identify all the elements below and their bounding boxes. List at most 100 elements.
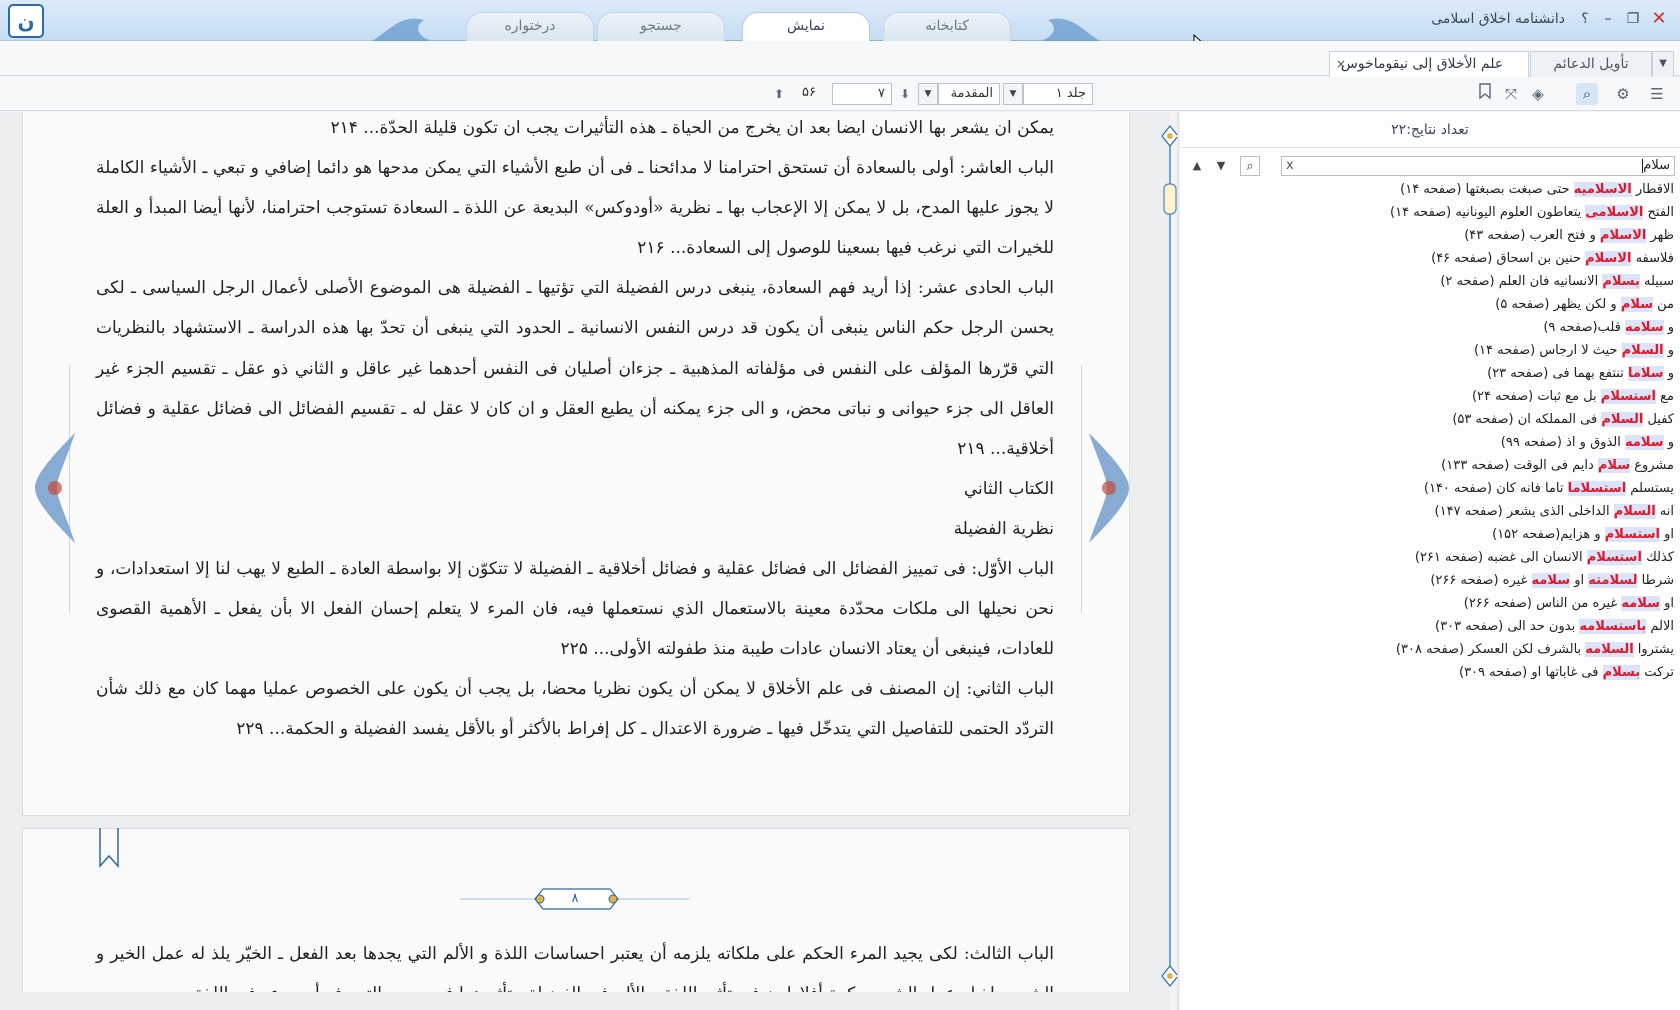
doc-tab-active[interactable]: × علم الأخلاق إلى نيقوماخوس [1329,51,1529,77]
search-result-item[interactable]: تركت بسلام فى غاباتها او (صفحه ۳۰۹) [1184,661,1674,684]
result-text: الانسانيه فان العلم (صفحه ۲) [1440,274,1603,289]
result-highlight: سلامه [1531,573,1571,588]
search-result-item[interactable]: كفيل السلام فى المملكه ان (صفحه ۵۳) [1184,408,1674,431]
search-result-item[interactable]: او سلامه غيره من الناس (صفحه ۲۶۶) [1184,592,1674,615]
result-text: حنين بن اسحاق (صفحه ۴۶) [1431,251,1586,266]
search-result-item[interactable]: فلاسفه الاسلام حنين بن اسحاق (صفحه ۴۶) [1184,247,1674,270]
document-tab-bar: × علم الأخلاق إلى نيقوماخوس تأویل الدعائ… [0,41,1680,77]
bookmark-ribbon-icon[interactable] [98,828,120,868]
clear-search-icon[interactable]: x [1286,157,1294,175]
result-text: و [1663,343,1674,358]
search-result-item[interactable]: مع استسلام بل مع ثبات (صفحه ۲۴) [1184,385,1674,408]
result-text: كذلك [1641,550,1674,565]
search-result-item[interactable]: سبيله بسلام الانسانيه فان العلم (صفحه ۲) [1184,270,1674,293]
result-text: انه [1655,504,1674,519]
text-paragraph: يمكن ان يشعر بها الانسان ايضا بعد ان يخر… [330,118,1054,138]
minimize-button[interactable]: – [1597,8,1619,30]
search-result-item[interactable]: او استسلام و هزايم(صفحه ۱۵۲) [1184,523,1674,546]
help-button[interactable]: ؟ [1574,8,1596,30]
search-result-item[interactable]: و سلامه قلب(صفحه ۹) [1184,316,1674,339]
text-paragraph: الباب الثاني: إن المصنف فى علم الأخلاق ل… [96,679,1054,740]
app-logo[interactable]: ن [8,4,44,38]
search-result-item[interactable]: و سلاما تنتفع بهما فى (صفحه ۲۳) [1184,362,1674,385]
search-result-item[interactable]: يشتروا السلامه بالشرف لكن العسكر (صفحه ۳… [1184,638,1674,661]
result-highlight: سلاما [1627,366,1664,381]
search-input[interactable]: x سلام [1281,156,1675,176]
volume-dropdown-arrow-icon[interactable]: ▼ [1003,83,1023,105]
layers-icon[interactable]: ◈ [1527,83,1549,105]
result-text: فى غاباتها او (صفحه ۳۰۹) [1459,665,1603,680]
search-result-item[interactable]: من سلام و لكن يظهر (صفحه ۵) [1184,293,1674,316]
doc-tab[interactable]: تأویل الدعائم [1530,51,1652,77]
result-highlight: سلام [1597,458,1631,473]
search-icon[interactable]: ⌕ [1240,156,1260,176]
app-window: ن درختواره جستجو نمایش کتابخانه دانشنامه… [0,0,1680,1010]
panel-splitter[interactable] [1177,112,1179,1010]
section-select[interactable]: المقدمة [938,83,1000,105]
result-text: و [1663,366,1674,381]
result-text: يستسلم [1626,481,1674,496]
text-paragraph: الباب العاشر: أولى بالسعادة أن تستحق احت… [96,158,1054,259]
fullscreen-icon[interactable]: ⤧ [1500,83,1522,105]
result-text: و لكن يظهر (صفحه ۵) [1495,297,1621,312]
result-text: حتى صبغت بصبغتها (صفحه ۱۴) [1400,182,1574,197]
search-result-item[interactable]: الفتح الاسلامی يتعاطون العلوم اليونانيه … [1184,201,1674,224]
next-page-icon[interactable]: ⬇ [894,83,916,105]
chevron-down-icon[interactable]: ▼ [1211,156,1231,176]
tab-library[interactable]: کتابخانه [883,12,1011,41]
volume-select[interactable]: جلد ۱ [1023,83,1093,105]
result-highlight: السلام [1613,504,1656,519]
result-highlight: السلامه [1585,642,1634,657]
tab-tree[interactable]: درختواره [466,12,594,41]
prev-page-icon[interactable]: ⬆ [768,83,790,105]
result-text: غيره (صفحه ۲۶۶) [1430,573,1532,588]
document-viewer[interactable]: يمكن ان يشعر بها الانسان ايضا بعد ان يخر… [0,112,1170,992]
close-button[interactable]: ✕ [1648,8,1670,30]
list-icon[interactable]: ☰ [1646,83,1668,105]
result-text: كفيل [1643,412,1674,427]
section-heading: نظرية الفضيلة [953,518,1054,539]
reader-toolbar: ۵۶ ⬆ ۷ ⬇ ▼ المقدمة ▼ جلد ۱ ⤧ ◈ ⌕ ⚙ ☰ [0,77,1680,111]
restore-button[interactable]: ❐ [1622,8,1644,30]
section-dropdown-arrow-icon[interactable]: ▼ [918,83,938,105]
search-result-item[interactable]: ظهر الاسلام و فتح العرب (صفحه ۴۳) [1184,224,1674,247]
search-result-item[interactable]: الالم باستسلامه بدون حد الى (صفحه ۳۰۳) [1184,615,1674,638]
search-result-item[interactable]: و سلامه الذوق و اذ (صفحه ۹۹) [1184,431,1674,454]
result-text: بل مع ثبات (صفحه ۲۴) [1471,389,1601,404]
total-pages-label: ۵۶ [802,85,816,100]
search-result-item[interactable]: انه السلام الداخلى الذى يشعر (صفحه ۱۴۷) [1184,500,1674,523]
search-result-item[interactable]: و السلام حيث لا ارجاس (صفحه ۱۴) [1184,339,1674,362]
result-text: شرطا [1637,573,1674,588]
result-text: من [1653,297,1674,312]
result-count: تعداد نتایج:۲۲ [1180,112,1680,148]
tab-display[interactable]: نمایش [742,12,870,41]
result-highlight: استسلاما [1567,481,1627,496]
result-text: او [1570,573,1589,588]
search-icon[interactable]: ⌕ [1576,83,1598,105]
result-text: يتعاطون العلوم اليونانيه (صفحه ۱۴) [1390,205,1586,220]
result-text: تنتفع بهما فى (صفحه ۲۳) [1487,366,1628,381]
page-number-input[interactable]: ۷ [832,83,892,105]
bookmark-icon[interactable] [1474,83,1496,105]
chevron-up-icon[interactable]: ▲ [1187,156,1207,176]
result-list: الاقطار الاسلاميه حتى صبغت بصبغتها (صفحه… [1184,178,1674,684]
gear-icon[interactable]: ⚙ [1612,83,1634,105]
search-result-item[interactable]: كذلك استسلام الانسان الى غضبه (صفحه ۲۶۱) [1184,546,1674,569]
search-result-item[interactable]: شرطا لسلامته او سلامه غيره (صفحه ۲۶۶) [1184,569,1674,592]
result-text: و [1663,320,1674,335]
tab-search[interactable]: جستجو [597,12,725,41]
result-text: فى المملكه ان (صفحه ۵۳) [1452,412,1602,427]
close-tab-icon[interactable]: × [1336,52,1346,76]
result-highlight: سلامه [1624,320,1664,335]
result-text: بالشرف لكن العسكر (صفحه ۳۰۸) [1395,642,1586,657]
tabs-dropdown-button[interactable]: ▼ [1652,51,1674,77]
result-text: تاما فانه كان (صفحه ۱۴۰) [1423,481,1568,496]
text-paragraph: الباب الحادى عشر: إذا أريد فهم السعادة، … [96,278,1054,459]
frame-line [1081,365,1082,613]
search-result-item[interactable]: الاقطار الاسلاميه حتى صبغت بصبغتها (صفحه… [1184,178,1674,201]
search-result-item[interactable]: مشروع سلام دايم فى الوقت (صفحه ۱۳۳) [1184,454,1674,477]
ornament-medallion-icon [1089,433,1129,543]
search-result-item[interactable]: يستسلم استسلاما تاما فانه كان (صفحه ۱۴۰) [1184,477,1674,500]
search-query: سلام [1643,158,1670,173]
result-text: او [1659,596,1674,611]
